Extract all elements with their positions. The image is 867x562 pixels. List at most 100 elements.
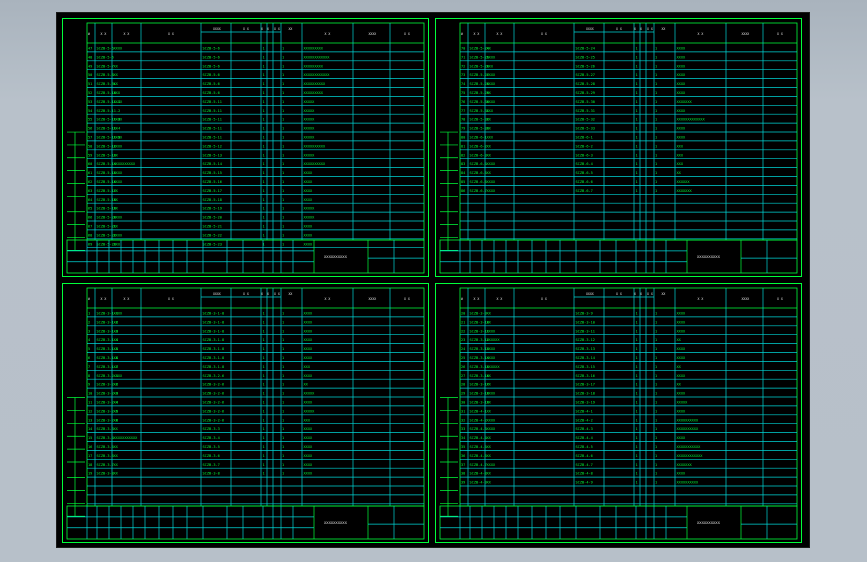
table-cell: XXXX [487,55,496,59]
table-cell: SCZB-3-1-8 [203,320,225,324]
table-row: 26 SCZB-3-15XXXXXX SCZB-3-15 1 1 XX [461,365,682,369]
table-cell: SCZB-6-3 [576,153,593,157]
table-cell: XXXXXXXXXX [677,427,699,431]
table-cell: 12 [88,409,92,413]
table-cell: XX [487,47,492,51]
table-cell: 1 [263,338,265,342]
header-cell: X X [404,297,410,301]
table-cell: XXXX [677,409,686,413]
table-cell: 31 [461,409,465,413]
header-cell: X X [168,32,174,36]
table-cell: SCZB-5-6 [203,91,220,95]
table-cell: XXXX [487,73,496,77]
table-cell: XX [114,207,119,211]
table-cell: SCZB-3-2-6 [203,401,225,405]
table-row: 63 SCZB-5-17XX SCZB-5-17 1 1 XXXX [88,189,313,193]
table-cell: XXXX [677,347,686,351]
table-cell: SCZB-5-21 [203,225,222,229]
table-cell: 1 [655,136,657,140]
table-cell: 15 [88,436,92,440]
table-row: 32 SCZB-4-2 XXXX SCZB-4-2 1 1 XXXXXXXXXX [461,418,699,422]
table-cell: SCZB-5-8 [97,73,114,77]
table-cell: 1 [655,47,657,51]
table-cell: 1 [636,383,638,387]
table-cell: 1 [282,242,284,246]
table-cell: SCZB-3-1-8 [203,347,225,351]
table-cell: XX [114,427,119,431]
table-cell: 1 [636,100,638,104]
table-cell: 1 [636,64,638,68]
table-cell: SCZB-3-5 [97,445,114,449]
table-cell: XX [487,401,492,405]
table-cell: 26 [461,365,465,369]
table-cell: 53 [88,100,92,104]
table-cell: XX [114,225,119,229]
table-cell: 1 [263,144,265,148]
table-cell: SCZB-3-11 [576,329,595,333]
table-cell: SCZB-3-2-6 [203,374,225,378]
table-cell: 67 [88,225,92,229]
table-cell: XXXXXXXXX [304,47,324,51]
table-cell: XXX [304,365,311,369]
table-row: 86 SCZB-6-7 XXXX SCZB-6-7 1 1 XXXXXXX [461,189,692,193]
table-cell: 1 [655,383,657,387]
table-row: 48 SCZB-5-6 SCZB-5-6 1 1 XXXXXXXXXXXX [88,55,330,59]
table-cell: 1 [282,225,284,229]
header-cell: X X [541,32,547,36]
table-cell: 29 [461,392,465,396]
drawing-canvas[interactable]: # X XX XX X XXXX X XXXX X XX X X XXXX X X 47 SCZB… [56,12,810,548]
table-row: 65 SCZB-5-19XX SCZB-5-19 1 1 XXXXX [88,207,315,211]
table-cell: SCZB-5-11-2 [97,109,121,113]
table-cell: 84 [461,171,465,175]
sheet-svg: # X XX XX XXXXX X XXXX X XXX X XXXX X X47 SCZB… [66,22,425,274]
table-cell: XX [487,312,492,316]
table-cell: SCZB-3-7 [203,463,220,467]
table-cell: 1 [282,463,284,467]
table-row: 1 SCZB-3-1-1XXXX SCZB-3-1-8 1 1 XXXX [88,312,313,316]
table-cell: 37 [461,463,465,467]
header-cell: # [88,32,90,36]
header-cell: X X [474,32,480,36]
table-cell: 1 [655,365,657,369]
table-cell: XX [114,153,119,157]
drawing-sheet-1: # X XX XX X XXXX X XXXX X XX X X XXXX X X 47 SCZB… [62,18,429,277]
header-cell: X X [647,27,653,31]
table-cell: XXXX [304,225,313,229]
table-row: 72 SCZB-5-26XXX SCZB-5-26 1 1 XXXX [461,64,686,68]
table-cell: XXXX [487,347,496,351]
table-cell: XXX [677,162,684,166]
table-cell: 1 [263,347,265,351]
header-cell: X X [243,27,249,31]
table-cell: XXXXX [304,100,316,104]
table-cell: XXXX [677,91,686,95]
table-cell: XXXX [677,392,686,396]
table-cell: XXXX [114,100,123,104]
table-cell: SCZB-4-1 [470,409,487,413]
table-cell: SCZB-3-1-8 [203,329,225,333]
table-cell: SCZB-5-22 [203,233,222,237]
table-cell: XXX [487,109,494,113]
table-cell: 76 [461,100,465,104]
table-row: 2 SCZB-3-1-2XX SCZB-3-1-8 1 1 XXXX [88,320,313,324]
table-row: 37 SCZB-4-7 XXXX SCZB-4-7 1 1 XXXXXXX [461,463,692,467]
table-cell: 1 [263,329,265,333]
table-cell: XXXXXXXXXX [677,418,699,422]
table-cell: XXXXXXXXXXXXX [677,118,706,122]
table-cell: SCZB-5-26 [576,64,595,68]
table-cell: 1 [636,463,638,467]
table-cell: SCZB-4-6 [576,454,593,458]
header-cell: X X [647,292,653,296]
header-cell: X X [243,292,249,296]
table-cell: 1 [636,418,638,422]
table-cell: 68 [88,233,92,237]
table-cell: XXXX [114,216,123,220]
table-row: 53 SCZB-5-11-1XXXX SCZB-5-11 1 1 XXXXX [88,100,315,104]
table-cell: 1 [655,436,657,440]
table-cell: 1 [282,162,284,166]
header-cell: X X [497,297,503,301]
table-row: 59 SCZB-5-13XX SCZB-5-13 1 1 XXXXX [88,153,315,157]
table-cell: 1 [636,401,638,405]
table-row: 27 SCZB-3-16XX SCZB-3-16 1 1 XXXX [461,374,686,378]
table-cell: 1 [655,144,657,148]
table-cell: XXXXXXX [677,189,693,193]
